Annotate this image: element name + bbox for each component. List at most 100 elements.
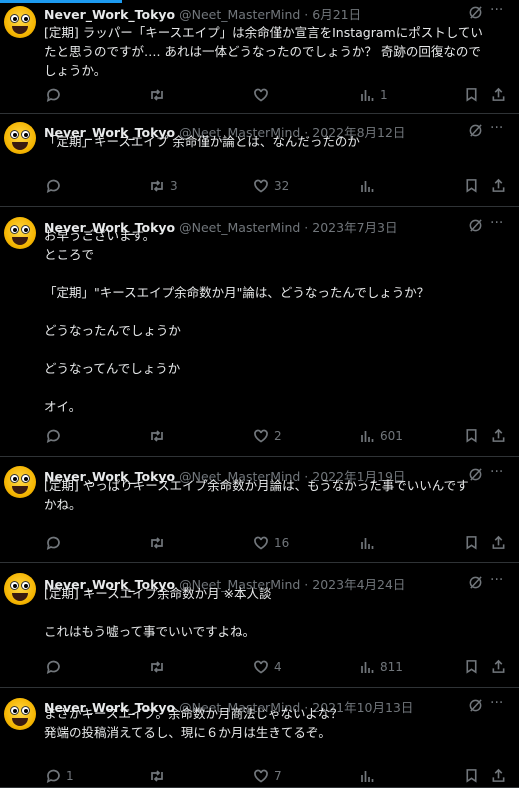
avatar-eye-left bbox=[10, 225, 19, 234]
retweet-icon bbox=[151, 661, 163, 673]
avatar-mouth bbox=[12, 718, 28, 726]
avatar-eye-left bbox=[10, 130, 19, 139]
retweet-button[interactable] bbox=[149, 768, 170, 784]
tweet-text: [定期] キースエイプ余命数か月 ※本人談 これはもう嘘って事でいいですよね。 bbox=[44, 584, 508, 641]
retweet-icon bbox=[151, 89, 163, 101]
views-button[interactable]: 811 bbox=[359, 659, 403, 675]
tweet[interactable]: Never_Work_Tokyo @Neet_MasterMind · 6月21… bbox=[0, 0, 519, 114]
retweet-button[interactable] bbox=[149, 428, 170, 444]
bookmark-icon bbox=[466, 88, 477, 102]
like-button[interactable] bbox=[253, 87, 274, 103]
share-icon bbox=[492, 659, 505, 673]
bookmark-button[interactable] bbox=[464, 768, 479, 783]
bookmark-icon bbox=[466, 769, 477, 783]
reply-icon bbox=[46, 769, 60, 784]
tweet-actions: 2 601 bbox=[0, 428, 519, 446]
views-icon bbox=[361, 90, 374, 101]
like-button[interactable]: 2 bbox=[253, 428, 282, 444]
tweet-actions: 4 811 bbox=[0, 659, 519, 677]
views-button[interactable] bbox=[359, 178, 380, 194]
share-button[interactable] bbox=[491, 659, 506, 674]
tweet-text-line: オイ。 bbox=[44, 399, 82, 414]
reply-button[interactable] bbox=[45, 178, 66, 194]
tweet-actions: 3 32 bbox=[0, 178, 519, 196]
bookmark-icon bbox=[466, 429, 477, 443]
retweet-button[interactable] bbox=[149, 87, 170, 103]
reply-icon bbox=[46, 88, 60, 103]
like-count: 7 bbox=[274, 769, 282, 783]
views-button[interactable] bbox=[359, 768, 380, 784]
share-button[interactable] bbox=[491, 768, 506, 783]
like-button[interactable]: 32 bbox=[253, 178, 289, 194]
tweet-text: [定期] やっぱりキースエイプ余命数か月論は、もうなかった事でいいんです かね。 bbox=[44, 476, 508, 514]
display-name[interactable]: Never_Work_Tokyo bbox=[44, 7, 175, 22]
share-icon bbox=[492, 428, 505, 442]
share-icon bbox=[492, 178, 505, 192]
bookmark-button[interactable] bbox=[464, 535, 479, 550]
retweet-button[interactable]: 3 bbox=[149, 178, 178, 194]
bookmark-button[interactable] bbox=[464, 178, 479, 193]
bookmark-icon bbox=[466, 660, 477, 674]
retweet-button[interactable] bbox=[149, 535, 170, 551]
grok-icon[interactable] bbox=[468, 5, 483, 24]
views-button[interactable] bbox=[359, 535, 380, 551]
reply-icon bbox=[46, 536, 60, 551]
reply-button[interactable] bbox=[45, 659, 66, 675]
reply-button[interactable] bbox=[45, 87, 66, 103]
share-button[interactable] bbox=[491, 178, 506, 193]
reply-button[interactable]: 1 bbox=[45, 768, 74, 784]
tweet-text-line: [定期] ラッパー「キースエイプ」は余命僅か宣言をInstagramにポストして… bbox=[44, 25, 483, 40]
share-button[interactable] bbox=[491, 428, 506, 443]
views-button[interactable]: 601 bbox=[359, 428, 403, 444]
reply-button[interactable] bbox=[45, 535, 66, 551]
reply-icon bbox=[46, 429, 60, 444]
tweet-header: Never_Work_Tokyo @Neet_MasterMind · 6月21… bbox=[44, 4, 361, 23]
handle[interactable]: @Neet_MasterMind bbox=[179, 7, 300, 22]
views-icon bbox=[361, 662, 374, 673]
more-icon[interactable]: ··· bbox=[490, 2, 503, 18]
tweet-text-line: これはもう嘘って事でいいですよね。 bbox=[44, 624, 256, 639]
tweet[interactable]: Never_Work_Tokyo @Neet_MasterMind · 2022… bbox=[0, 457, 519, 563]
tweet-text-line: 発端の投稿消えてるし、現に６か月は生きてるぞ。 bbox=[44, 725, 331, 740]
tweet-text-line: たと思うのですが…. あれは一体どうなったのでしょうか？ 奇跡の回復なので bbox=[44, 44, 481, 59]
tweet-text-line: しょうか。 bbox=[44, 63, 107, 78]
avatar-eye-left bbox=[10, 474, 19, 483]
like-icon bbox=[254, 769, 268, 783]
avatar[interactable] bbox=[4, 573, 36, 605]
tweet[interactable]: Never_Work_Tokyo @Neet_MasterMind · 2023… bbox=[0, 563, 519, 688]
retweet-button[interactable] bbox=[149, 659, 170, 675]
avatar-eye-left bbox=[10, 706, 19, 715]
retweet-icon bbox=[151, 537, 163, 549]
avatar[interactable] bbox=[4, 122, 36, 154]
avatar-eye-right bbox=[21, 225, 30, 234]
bookmark-button[interactable] bbox=[464, 659, 479, 674]
bookmark-button[interactable] bbox=[464, 428, 479, 443]
retweet-count: 3 bbox=[170, 179, 178, 193]
reply-button[interactable] bbox=[45, 428, 66, 444]
avatar[interactable] bbox=[4, 6, 36, 38]
tweet-text-line: まさかキースエイプ。余命数か月商法じゃないよな？ bbox=[44, 706, 343, 721]
share-button[interactable] bbox=[491, 87, 506, 102]
avatar[interactable] bbox=[4, 698, 36, 730]
tweet[interactable]: Never_Work_Tokyo @Neet_MasterMind · 2023… bbox=[0, 207, 519, 457]
bookmark-button[interactable] bbox=[464, 87, 479, 102]
views-button[interactable]: 1 bbox=[359, 87, 388, 103]
tweet-text-line bbox=[44, 340, 508, 359]
like-button[interactable]: 16 bbox=[253, 535, 289, 551]
avatar-eye-right bbox=[21, 14, 30, 23]
avatar-eye-left bbox=[10, 581, 19, 590]
avatar-mouth bbox=[12, 26, 28, 34]
tweet-text-line: ところで bbox=[44, 247, 95, 262]
bookmark-icon bbox=[466, 536, 477, 550]
tweet[interactable]: Never_Work_Tokyo @Neet_MasterMind · 2022… bbox=[0, 114, 519, 207]
tweet-date[interactable]: 6月21日 bbox=[312, 7, 361, 22]
avatar[interactable] bbox=[4, 217, 36, 249]
like-count: 32 bbox=[274, 179, 290, 193]
tweet[interactable]: Never_Work_Tokyo @Neet_MasterMind · 2021… bbox=[0, 688, 519, 788]
share-button[interactable] bbox=[491, 535, 506, 550]
like-button[interactable]: 7 bbox=[253, 768, 282, 784]
avatar[interactable] bbox=[4, 466, 36, 498]
tweet-text-line: 「定期」"キースエイプ余命数か月"論は、どうなったんでしょうか？ bbox=[44, 285, 430, 300]
like-button[interactable]: 4 bbox=[253, 659, 282, 675]
tweet-actions: 1 bbox=[0, 87, 519, 105]
